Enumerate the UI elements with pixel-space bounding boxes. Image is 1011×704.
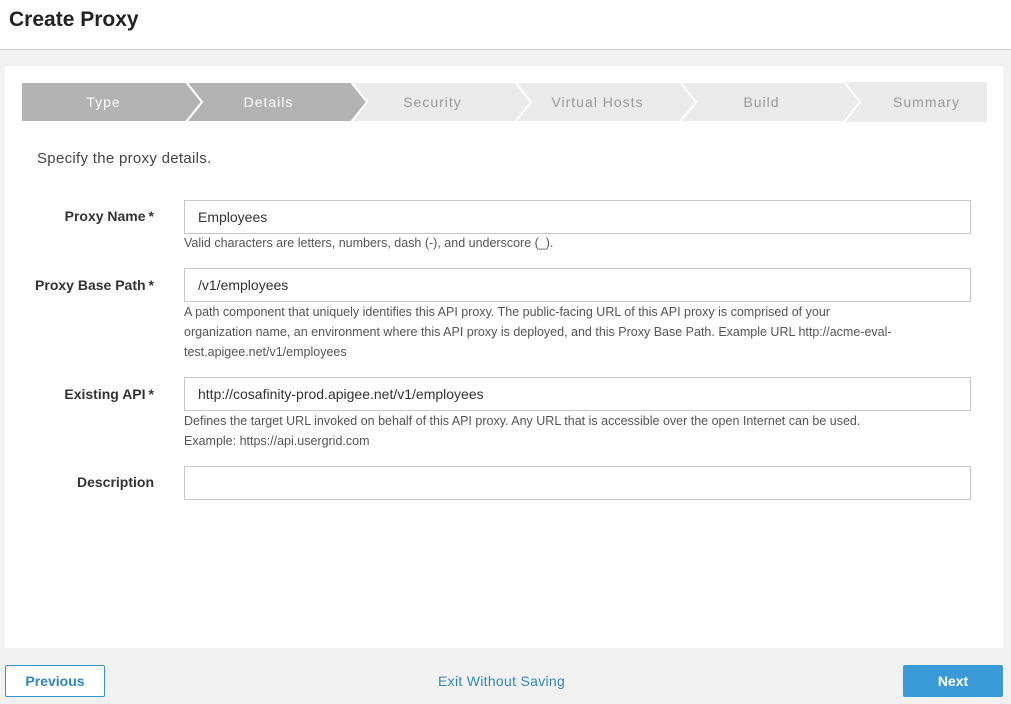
wizard-step-label: Type — [86, 94, 121, 110]
wizard-stepper: Type Details Security Virtual Hosts Build Sum… — [21, 82, 987, 122]
base-path-label-text: Proxy Base Path — [35, 277, 146, 293]
wizard-card: Type Details Security Virtual Hosts Build Sum… — [5, 66, 1003, 648]
required-marker: * — [148, 277, 154, 293]
existing-api-help-line: Example: https://api.usergrid.com — [184, 434, 370, 448]
wizard-step-details: Details — [186, 82, 369, 122]
description-label: Description — [77, 474, 154, 490]
existing-api-input[interactable] — [184, 377, 971, 411]
previous-button[interactable]: Previous — [5, 665, 105, 697]
wizard-step-build: Build — [679, 82, 862, 122]
wizard-step-label: Build — [743, 94, 780, 110]
wizard-step-label: Summary — [893, 94, 960, 110]
wizard-step-security: Security — [350, 82, 533, 122]
wizard-step-label: Security — [403, 94, 462, 110]
base-path-input[interactable] — [184, 268, 971, 302]
required-marker: * — [148, 386, 154, 402]
wizard-step-virtual-hosts: Virtual Hosts — [515, 82, 698, 122]
proxy-name-label-text: Proxy Name — [64, 208, 146, 224]
page-title: Create Proxy — [9, 8, 139, 31]
base-path-help-line: test.apigee.net/v1/employees — [184, 345, 347, 359]
form-intro: Specify the proxy details. — [37, 150, 212, 167]
required-marker: * — [148, 208, 154, 224]
wizard-step-type: Type — [21, 82, 204, 122]
wizard-step-label: Virtual Hosts — [551, 94, 644, 110]
proxy-name-help: Valid characters are letters, numbers, d… — [184, 236, 554, 250]
base-path-help-line: organization name, an environment where … — [184, 325, 892, 339]
existing-api-help: Defines the target URL invoked on behalf… — [184, 411, 974, 451]
proxy-name-input[interactable] — [184, 200, 971, 234]
proxy-name-label: Proxy Name * — [65, 208, 154, 224]
existing-api-label-text: Existing API — [64, 386, 146, 402]
description-input[interactable] — [184, 466, 971, 500]
base-path-help-line: A path component that uniquely identifie… — [184, 305, 830, 319]
base-path-help: A path component that uniquely identifie… — [184, 302, 974, 362]
base-path-label: Proxy Base Path * — [35, 277, 154, 293]
existing-api-help-line: Defines the target URL invoked on behalf… — [184, 414, 861, 428]
existing-api-label: Existing API * — [64, 386, 154, 402]
exit-without-saving-link[interactable]: Exit Without Saving — [438, 673, 565, 689]
page-header: Create Proxy — [0, 0, 1011, 50]
wizard-step-label: Details — [243, 94, 294, 110]
wizard-step-summary: Summary — [844, 82, 987, 122]
next-button[interactable]: Next — [903, 665, 1003, 697]
description-label-text: Description — [76, 474, 154, 490]
